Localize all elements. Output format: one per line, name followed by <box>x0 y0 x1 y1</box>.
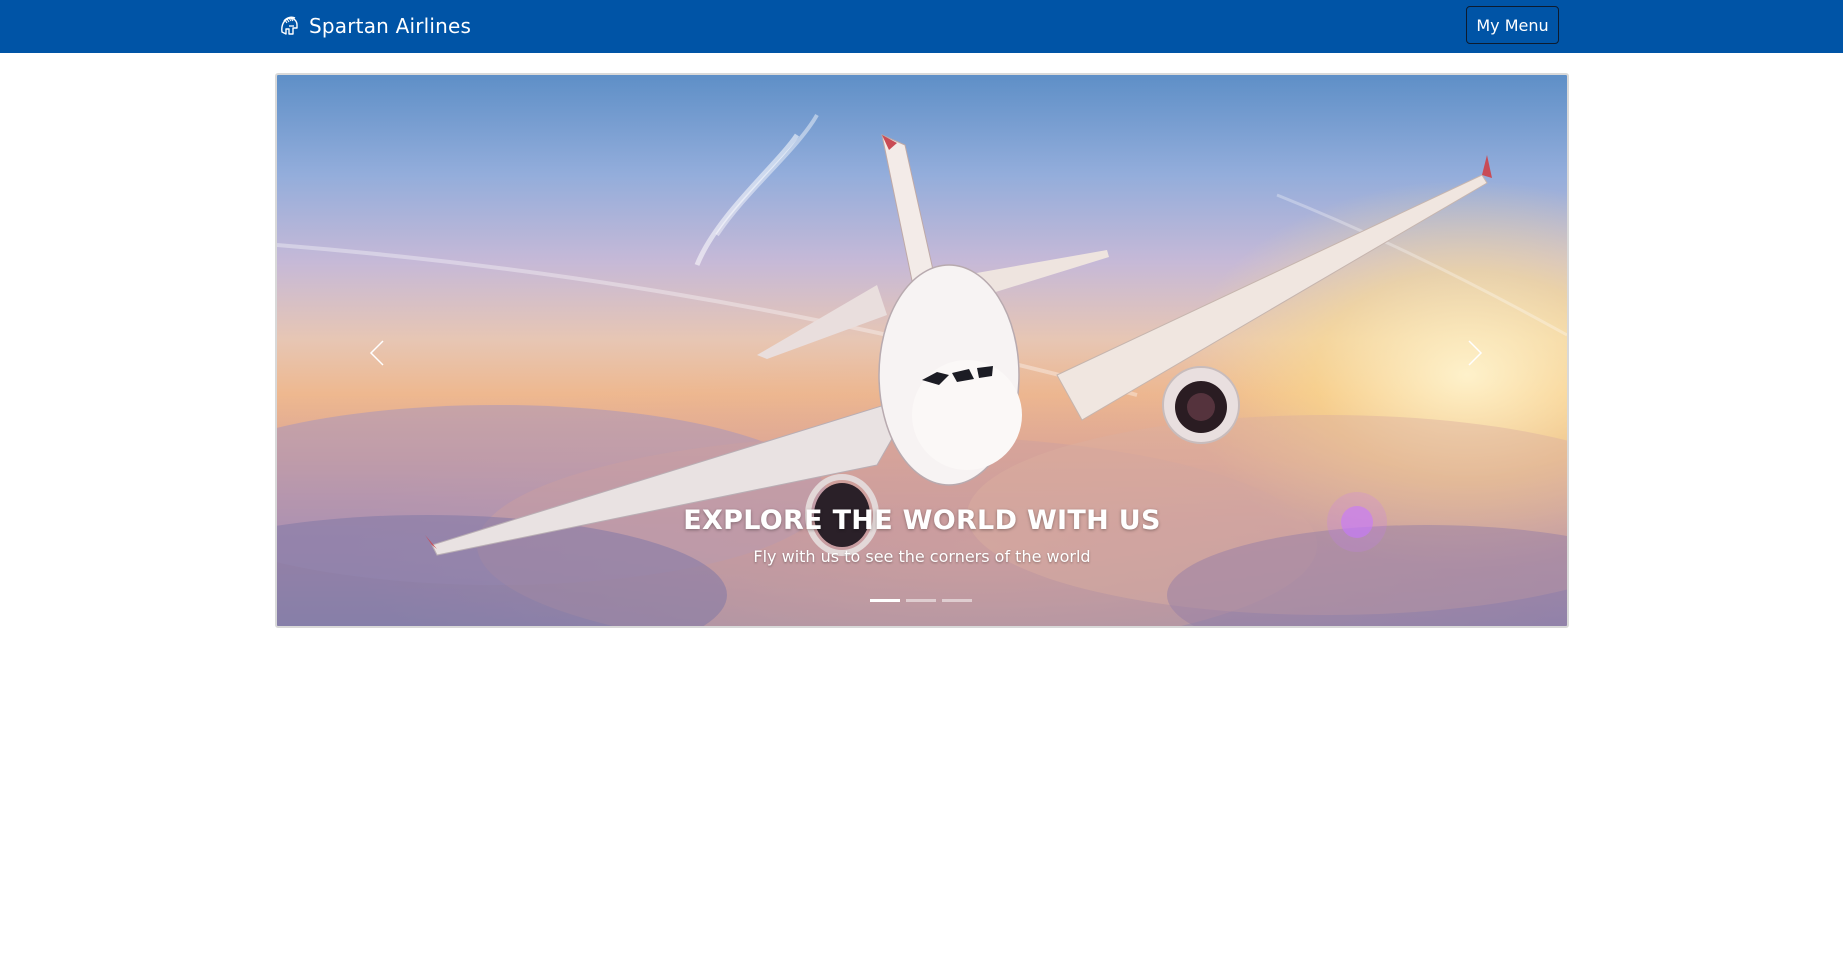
top-navbar: Spartan Airlines My Menu <box>0 0 1843 53</box>
carousel-next-button[interactable] <box>1455 333 1495 373</box>
carousel-indicator-3[interactable] <box>942 599 972 602</box>
my-menu-button[interactable]: My Menu <box>1466 6 1559 44</box>
brand-name: Spartan Airlines <box>309 14 472 38</box>
brand-link[interactable]: Spartan Airlines <box>278 12 471 40</box>
carousel-caption-subtitle: Fly with us to see the corners of the wo… <box>753 547 1091 566</box>
carousel-caption-title: EXPLORE THE WORLD WITH US <box>683 505 1161 536</box>
carousel-indicators <box>870 596 972 606</box>
carousel-indicator-1[interactable] <box>870 599 900 602</box>
carousel-prev-button[interactable] <box>357 333 397 373</box>
hero-carousel: EXPLORE THE WORLD WITH US Fly with us to… <box>275 73 1569 628</box>
carousel-slide: EXPLORE THE WORLD WITH US Fly with us to… <box>277 75 1567 626</box>
chevron-left-icon <box>369 340 384 366</box>
chevron-right-icon <box>1468 340 1483 366</box>
spartan-helmet-icon <box>278 15 300 37</box>
carousel-indicator-2[interactable] <box>906 599 936 602</box>
airplane-image <box>277 114 1567 626</box>
